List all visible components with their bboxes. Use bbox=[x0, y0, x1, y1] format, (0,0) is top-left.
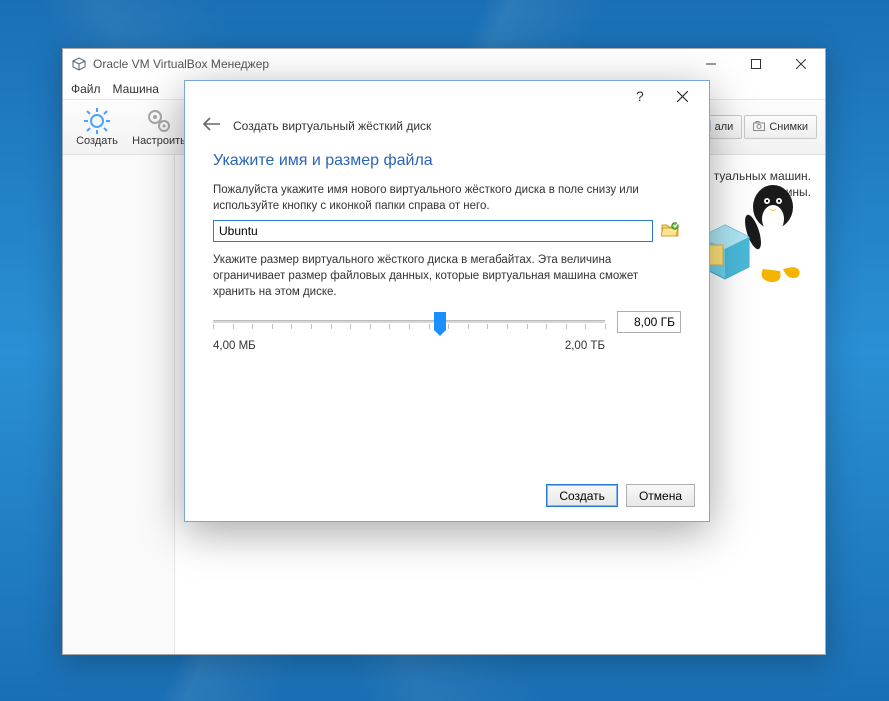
settings-label: Настроить bbox=[132, 135, 186, 147]
back-button[interactable] bbox=[203, 115, 221, 136]
vm-list-panel bbox=[63, 155, 175, 654]
camera-icon bbox=[753, 121, 765, 134]
create-disk-dialog: ? Создать виртуальный жёсткий диск Укажи… bbox=[184, 80, 710, 522]
size-hint-text: Укажите размер виртуального жёсткого дис… bbox=[213, 252, 681, 300]
disk-name-input[interactable] bbox=[213, 220, 653, 242]
snapshots-tab[interactable]: Снимки bbox=[744, 115, 817, 139]
browse-folder-button[interactable] bbox=[659, 220, 681, 242]
titlebar: Oracle VM VirtualBox Менеджер bbox=[63, 49, 825, 79]
dialog-close-button[interactable] bbox=[661, 83, 703, 109]
dialog-titlebar: ? bbox=[185, 81, 709, 111]
folder-icon bbox=[661, 222, 679, 241]
range-max-label: 2,00 ТБ bbox=[565, 340, 605, 352]
create-button[interactable]: Создать bbox=[546, 484, 618, 507]
disk-size-value[interactable] bbox=[617, 311, 681, 333]
settings-button[interactable]: Настроить bbox=[129, 101, 189, 153]
create-vm-label: Создать bbox=[76, 135, 118, 147]
new-icon bbox=[83, 107, 111, 135]
svg-text:?: ? bbox=[636, 89, 644, 103]
create-vm-button[interactable]: Создать bbox=[67, 101, 127, 153]
window-title: Oracle VM VirtualBox Менеджер bbox=[93, 57, 688, 71]
maximize-button[interactable] bbox=[733, 50, 778, 78]
cancel-button[interactable]: Отмена bbox=[626, 484, 695, 507]
menu-machine[interactable]: Машина bbox=[113, 82, 159, 96]
menu-file[interactable]: Файл bbox=[71, 82, 101, 96]
dialog-title: Создать виртуальный жёсткий диск bbox=[233, 119, 431, 133]
range-min-label: 4,00 МБ bbox=[213, 340, 256, 352]
dialog-help-button[interactable]: ? bbox=[619, 83, 661, 109]
snapshots-tab-label: Снимки bbox=[769, 121, 808, 133]
step-title: Укажите имя и размер файла bbox=[185, 146, 709, 178]
gear-icon bbox=[145, 107, 173, 135]
details-tab-label: али bbox=[715, 121, 734, 133]
close-button[interactable] bbox=[778, 50, 823, 78]
virtualbox-mascot-image bbox=[695, 177, 805, 307]
minimize-button[interactable] bbox=[688, 50, 733, 78]
virtualbox-icon bbox=[71, 56, 87, 72]
name-hint-text: Пожалуйста укажите имя нового виртуально… bbox=[213, 182, 681, 214]
dialog-header: Создать виртуальный жёсткий диск bbox=[185, 111, 709, 146]
dialog-footer: Создать Отмена bbox=[185, 474, 709, 521]
disk-size-slider[interactable] bbox=[213, 310, 605, 334]
slider-thumb[interactable] bbox=[434, 312, 446, 330]
dialog-body: Пожалуйста укажите имя нового виртуально… bbox=[185, 178, 709, 356]
